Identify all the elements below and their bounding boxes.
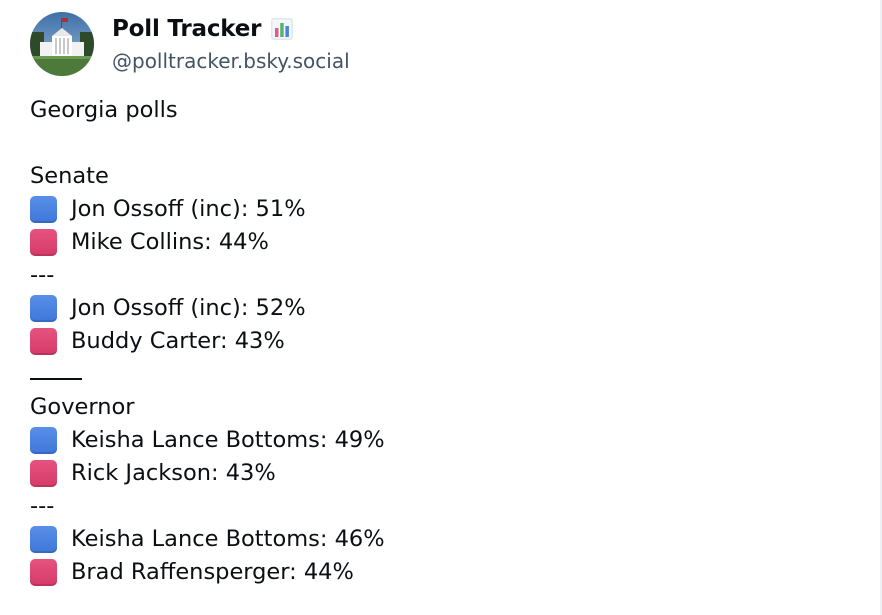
blue-square-icon <box>30 196 57 223</box>
blue-square-icon <box>30 526 57 553</box>
poll-result-text: Keisha Lance Bottoms: 49% <box>71 427 385 453</box>
bar-chart-icon <box>271 18 294 40</box>
poll-result-line: Jon Ossoff (inc): 51% <box>30 193 850 226</box>
post-body: Georgia polls Senate Jon Ossoff (inc): 51%… <box>30 94 850 589</box>
poll-result-text: Jon Ossoff (inc): 52% <box>71 295 306 321</box>
display-name[interactable]: Poll Tracker <box>112 16 262 42</box>
post-text-line: --- <box>30 262 55 288</box>
section-divider <box>30 358 850 391</box>
poll-result-text: Mike Collins: 44% <box>71 229 269 255</box>
post-text-line: Governor <box>30 394 135 420</box>
red-square-icon <box>30 460 57 487</box>
post-card: Poll Tracker @polltracker.bsky.social Ge… <box>0 0 882 615</box>
poll-result-line: Rick Jackson: 43% <box>30 457 850 490</box>
poll-result-line: Brad Raffensperger: 44% <box>30 556 850 589</box>
blue-square-icon <box>30 427 57 454</box>
red-square-icon <box>30 559 57 586</box>
poll-result-text: Brad Raffensperger: 44% <box>71 559 354 585</box>
author-names: Poll Tracker @polltracker.bsky.social <box>112 12 350 76</box>
display-name-row: Poll Tracker <box>112 12 350 46</box>
poll-result-line: Keisha Lance Bottoms: 49% <box>30 424 850 457</box>
white-house-avatar[interactable] <box>30 12 94 76</box>
poll-result-line: Keisha Lance Bottoms: 46% <box>30 523 850 556</box>
poll-result-text: Jon Ossoff (inc): 51% <box>71 196 306 222</box>
blue-square-icon <box>30 295 57 322</box>
poll-result-line: Jon Ossoff (inc): 52% <box>30 292 850 325</box>
divider-line <box>30 378 82 380</box>
poll-result-text: Buddy Carter: 43% <box>71 328 285 354</box>
red-square-icon <box>30 229 57 256</box>
post-header: Poll Tracker @polltracker.bsky.social <box>30 12 350 76</box>
post-text-line: --- <box>30 493 55 519</box>
poll-result-text: Keisha Lance Bottoms: 46% <box>71 526 385 552</box>
poll-result-line: Mike Collins: 44% <box>30 226 850 259</box>
post-text-line: Senate <box>30 163 109 189</box>
author-handle[interactable]: @polltracker.bsky.social <box>112 46 350 76</box>
poll-result-text: Rick Jackson: 43% <box>71 460 276 486</box>
post-text-line: Georgia polls <box>30 97 178 123</box>
poll-result-line: Buddy Carter: 43% <box>30 325 850 358</box>
red-square-icon <box>30 328 57 355</box>
